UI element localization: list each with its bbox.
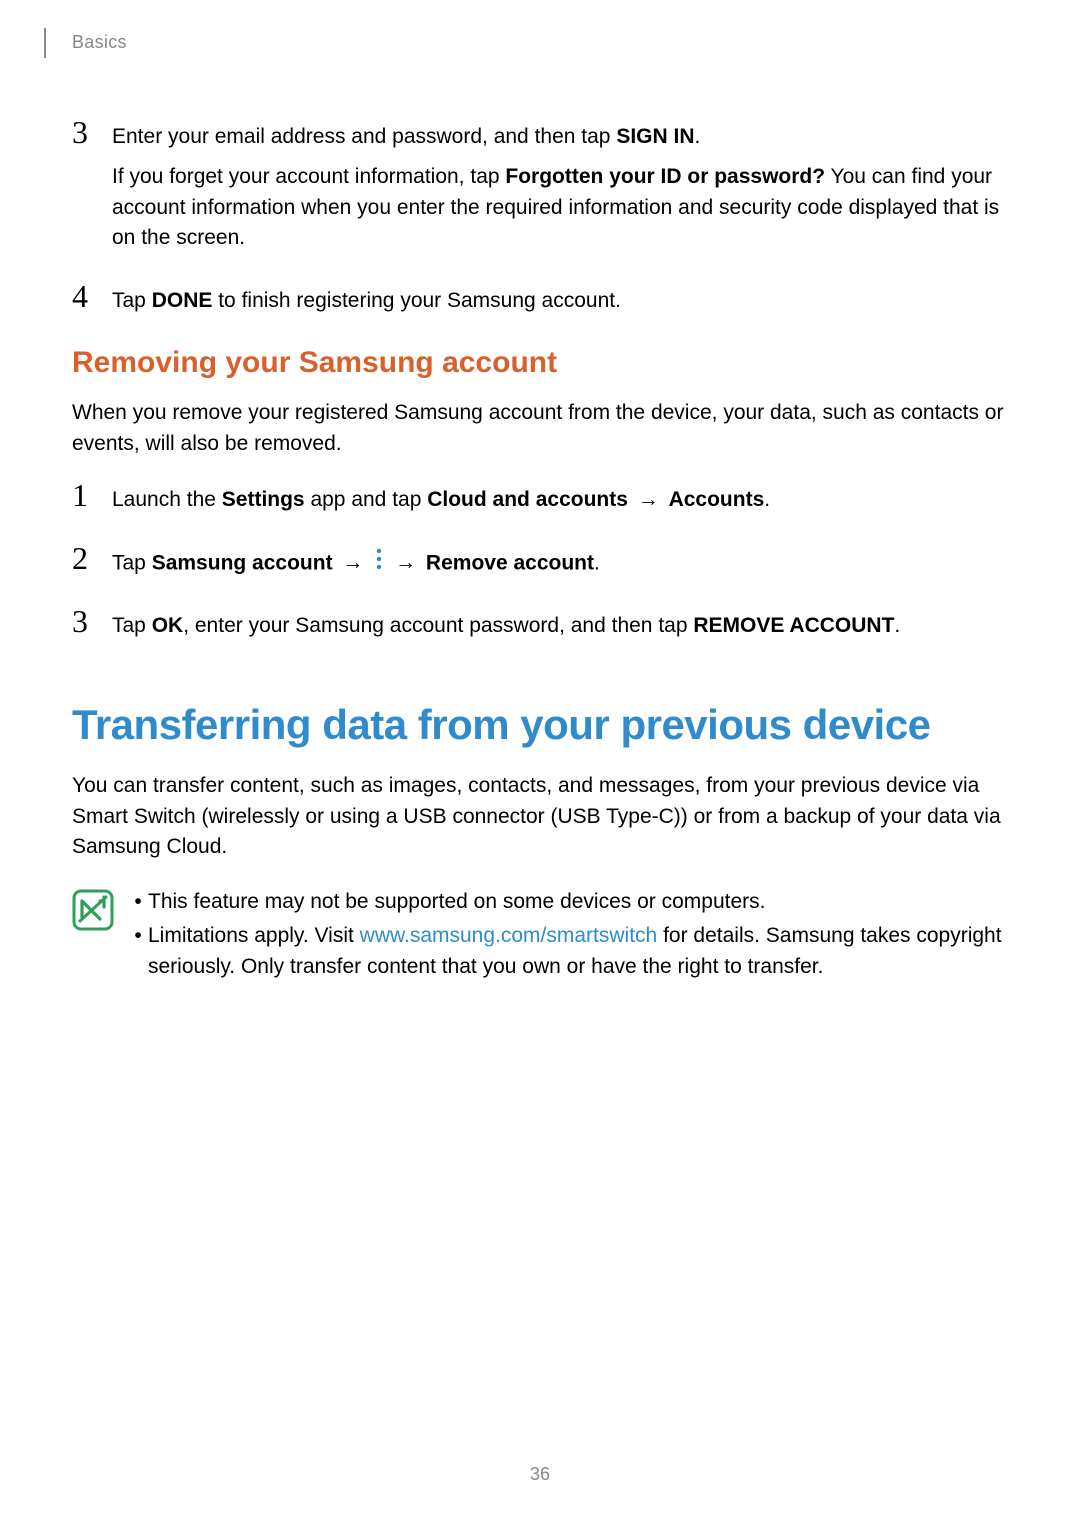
page-number: 36 [0,1464,1080,1485]
step-number: 2 [72,542,112,574]
note-item: • This feature may not be supported on s… [128,887,1008,917]
step-number: 3 [72,605,112,637]
note-block: • This feature may not be supported on s… [72,887,1008,986]
remove-step-2: 2 Tap Samsung account → → Remove account… [72,546,1008,579]
step-3: 3 Enter your email address and password,… [72,120,1008,254]
step-number: 1 [72,479,112,511]
remove-step-1: 1 Launch the Settings app and tap Cloud … [72,483,1008,515]
note-item: • Limitations apply. Visit www.samsung.c… [128,921,1008,982]
transfer-intro: You can transfer content, such as images… [72,771,1008,862]
more-options-icon [375,548,383,579]
smartswitch-link[interactable]: www.samsung.com/smartswitch [360,924,658,947]
remove-step-3: 3 Tap OK, enter your Samsung account pas… [72,609,1008,641]
step-number: 3 [72,116,112,148]
step-text: Enter your email address and password, a… [112,122,1008,152]
section-heading-removing: Removing your Samsung account [72,346,1008,380]
note-icon [72,889,114,931]
breadcrumb: Basics [72,32,127,53]
step-4: 4 Tap DONE to finish registering your Sa… [72,284,1008,316]
step-text: If you forget your account information, … [112,162,1008,253]
section-intro: When you remove your registered Samsung … [72,398,1008,459]
step-text: Tap DONE to finish registering your Sams… [112,286,1008,316]
bullet-icon: • [128,887,148,917]
header-rule [44,28,46,58]
bullet-icon: • [128,921,148,951]
step-number: 4 [72,280,112,312]
step-text: Tap OK, enter your Samsung account passw… [112,611,1008,641]
step-text: Launch the Settings app and tap Cloud an… [112,485,1008,515]
step-text: Tap Samsung account → → Remove account. [112,548,1008,579]
main-heading-transferring: Transferring data from your previous dev… [72,701,1008,749]
